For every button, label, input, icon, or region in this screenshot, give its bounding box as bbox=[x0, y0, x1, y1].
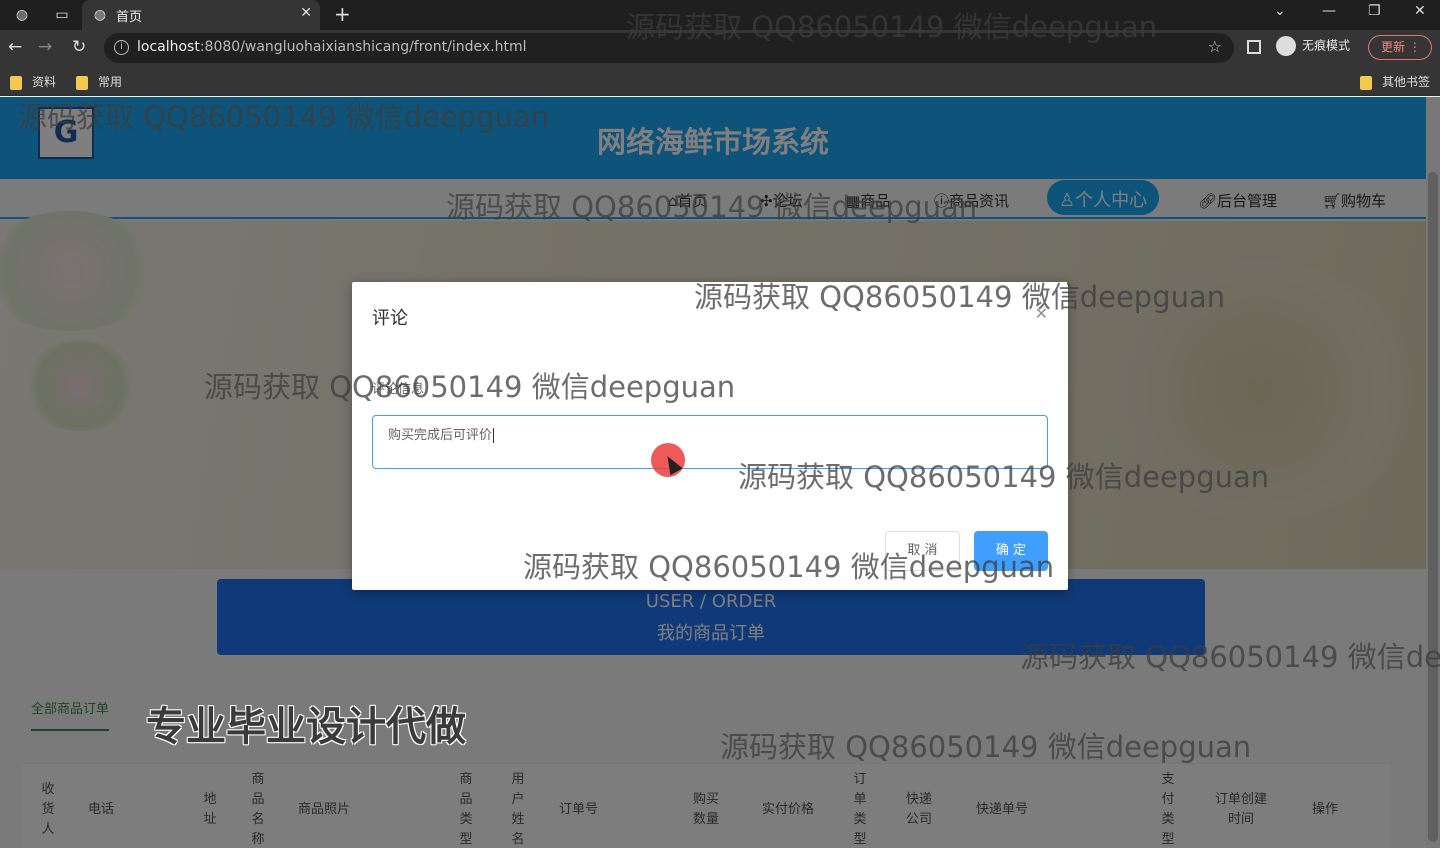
comment-text: 购买完成后可评价 bbox=[388, 428, 493, 443]
tab-favicon-icon: ◍ bbox=[93, 7, 107, 23]
site-info-icon[interactable]: i bbox=[114, 40, 129, 55]
folder-icon bbox=[10, 75, 22, 90]
minimize-icon[interactable]: — bbox=[1322, 3, 1336, 19]
bookmark-folder-materials[interactable]: 资料 bbox=[10, 73, 56, 90]
update-label: 更新 bbox=[1381, 40, 1406, 54]
incognito-label: 无痕模式 bbox=[1302, 38, 1351, 53]
watermark: 源码获取 QQ86050149 微信deepguan bbox=[694, 280, 1226, 314]
promo-overlay-text: 专业毕业设计代做 bbox=[146, 704, 466, 750]
url-host: localhost bbox=[137, 39, 200, 55]
reload-icon[interactable]: ↻ bbox=[72, 37, 86, 57]
watermark: 源码获取 QQ86050149 微信deepguan bbox=[738, 460, 1270, 494]
update-button[interactable]: 更新 ⋮ bbox=[1368, 35, 1432, 60]
tab-search-icon[interactable]: ⌄ bbox=[1274, 3, 1286, 19]
other-bookmarks[interactable]: 其他书签 bbox=[1360, 73, 1430, 90]
bookmark-label: 其他书签 bbox=[1382, 75, 1431, 89]
bookmarks-bar: 资料 常用 其他书签 bbox=[0, 66, 1440, 96]
text-caret bbox=[493, 428, 495, 443]
watermark: 源码获取 QQ86050149 微信deepguan bbox=[446, 190, 978, 224]
watermark: 源码获取 QQ86050149 微信deepguan bbox=[626, 10, 1158, 44]
tab-close-icon[interactable]: ✕ bbox=[300, 5, 312, 21]
watermark: 源码获取 QQ86050149 微信deepguan bbox=[18, 100, 550, 134]
side-panel-icon[interactable] bbox=[1247, 40, 1261, 54]
bookmark-label: 常用 bbox=[98, 75, 123, 89]
dialog-title: 评论 bbox=[372, 308, 408, 329]
new-tab-icon[interactable]: + bbox=[334, 2, 351, 26]
bookmark-folder-common[interactable]: 常用 bbox=[76, 73, 122, 90]
incognito-indicator[interactable]: 无痕模式 bbox=[1276, 36, 1350, 56]
url-path: :8080/wangluohaixianshicang/front/index.… bbox=[199, 39, 527, 55]
restore-icon[interactable]: ❐ bbox=[1368, 3, 1381, 19]
watermark: 源码获取 QQ86050149 微信deepguan bbox=[1020, 640, 1440, 674]
watermark: 源码获取 QQ86050149 微信deepguan bbox=[523, 550, 1055, 584]
bookmark-label: 资料 bbox=[32, 75, 57, 89]
bookmark-star-icon[interactable]: ☆ bbox=[1208, 37, 1222, 56]
tab-overview-icon[interactable]: ▭ bbox=[52, 5, 72, 25]
close-window-icon[interactable]: ✕ bbox=[1414, 3, 1426, 19]
incognito-icon bbox=[1276, 36, 1296, 56]
forward-icon[interactable]: → bbox=[38, 37, 52, 57]
folder-icon bbox=[76, 75, 88, 90]
folder-icon bbox=[1360, 75, 1372, 90]
watermark: 源码获取 QQ86050149 微信deepguan bbox=[720, 730, 1252, 764]
tab-title: 首页 bbox=[116, 10, 143, 25]
back-icon[interactable]: ← bbox=[8, 37, 22, 57]
browser-tab-home[interactable]: ◍ 首页 ✕ bbox=[82, 0, 320, 30]
watermark: 源码获取 QQ86050149 微信deepguan bbox=[204, 370, 736, 404]
url-text[interactable]: localhost:8080/wangluohaixianshicang/fro… bbox=[137, 39, 526, 55]
browser-globe-icon[interactable]: ◍ bbox=[12, 5, 32, 25]
